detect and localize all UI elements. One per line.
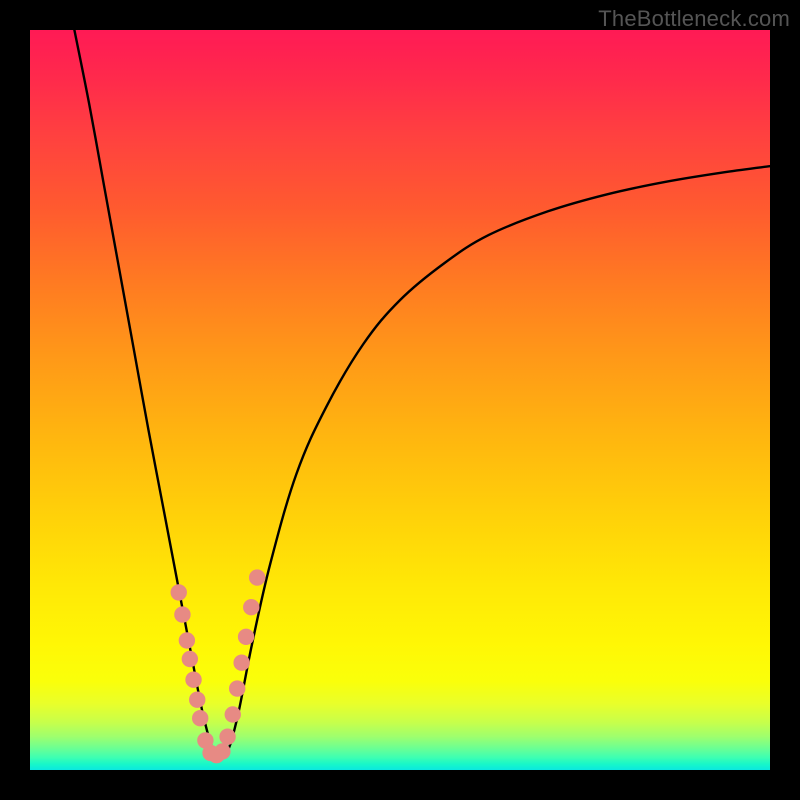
attribution-text: TheBottleneck.com [598, 6, 790, 32]
chart-frame: TheBottleneck.com [0, 0, 800, 800]
marker-dot [171, 584, 187, 600]
plot-area [30, 30, 770, 770]
marker-dot [185, 672, 201, 688]
marker-dot [189, 692, 205, 708]
marker-dot [219, 729, 235, 745]
marker-dot [214, 743, 230, 759]
marker-dot [233, 655, 249, 671]
marker-dot [243, 599, 259, 615]
marker-dot [238, 629, 254, 645]
marker-dot [174, 606, 190, 622]
marker-dot [229, 680, 245, 696]
marker-dot [182, 651, 198, 667]
marker-dot [179, 632, 195, 648]
chart-svg [30, 30, 770, 770]
marker-dot [192, 710, 208, 726]
marker-dot [249, 569, 265, 585]
curve-layer [74, 30, 770, 759]
marker-dot [225, 706, 241, 722]
marker-layer [171, 569, 266, 763]
bottleneck-curve-path [74, 30, 770, 759]
